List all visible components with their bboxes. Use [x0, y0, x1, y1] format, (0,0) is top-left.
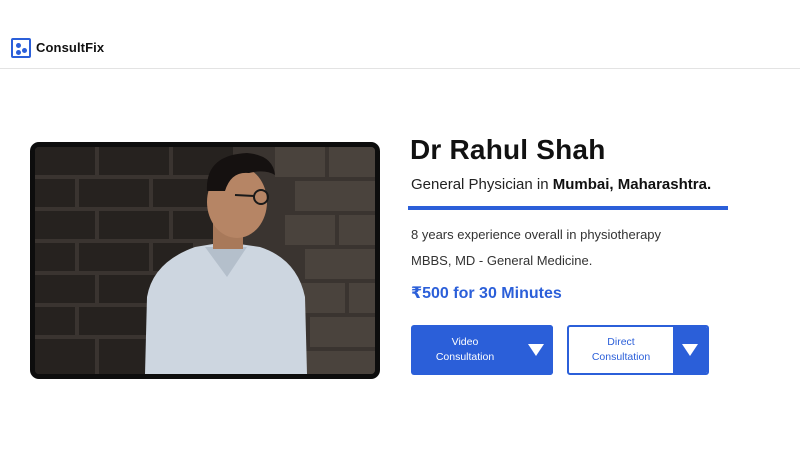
video-consultation-button[interactable]: Video Consultation: [411, 325, 553, 375]
people-grid-icon: [11, 37, 31, 58]
doctor-photo: [30, 142, 380, 379]
direct-consultation-button[interactable]: Direct Consultation: [567, 325, 709, 375]
doctor-specialty: General Physician in Mumbai, Maharashtra…: [411, 176, 711, 193]
video-label-line2: Consultation: [435, 351, 495, 363]
doctor-degree: MBBS, MD - General Medicine.: [411, 253, 593, 268]
direct-caret-down-icon[interactable]: [673, 327, 707, 373]
direct-label-line2: Consultation: [591, 351, 651, 363]
brand-name: ConsultFix: [36, 40, 105, 55]
doctor-location: Mumbai, Maharashtra.: [552, 176, 712, 193]
video-caret-down-icon[interactable]: [519, 325, 553, 375]
brand-logo[interactable]: ConsultFix: [11, 37, 104, 58]
doctor-name: Dr Rahul Shah: [410, 134, 606, 165]
video-consultation-label: Video Consultation: [411, 325, 519, 375]
doctor-experience: 8 years experience overall in physiother…: [411, 227, 662, 242]
direct-consultation-label: Direct Consultation: [569, 327, 673, 373]
consultation-price: ₹500 for 30 Minutes: [411, 285, 562, 302]
video-label-line1: Video: [451, 336, 479, 348]
section-divider: [408, 206, 728, 210]
doctor-portrait-photo: [35, 147, 375, 374]
top-navbar: ConsultFix: [0, 0, 800, 69]
direct-label-line1: Direct: [607, 336, 635, 348]
specialty-text: General Physician in: [411, 176, 553, 193]
